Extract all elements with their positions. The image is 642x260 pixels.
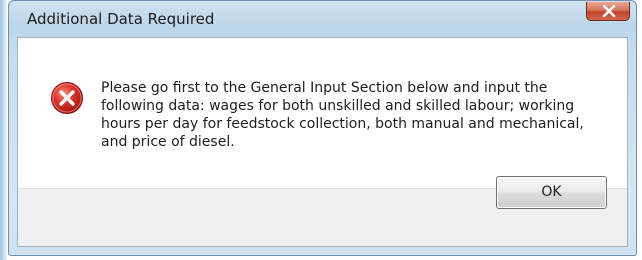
dialog-content: Please go first to the General Input Sec… [18,38,627,188]
ok-button[interactable]: OK [496,176,607,209]
desktop: Additional Data Required Please go first… [0,0,642,260]
background-window-edge [0,0,7,260]
close-icon [602,5,616,17]
error-icon [51,82,83,114]
dialog-window: Additional Data Required Please go first… [8,0,637,256]
error-message: Please go first to the General Input Sec… [101,80,584,150]
dialog-client-area: Please go first to the General Input Sec… [17,37,628,247]
dialog-title: Additional Data Required [27,10,215,28]
close-button[interactable] [586,2,630,21]
title-bar[interactable]: Additional Data Required [9,1,636,33]
